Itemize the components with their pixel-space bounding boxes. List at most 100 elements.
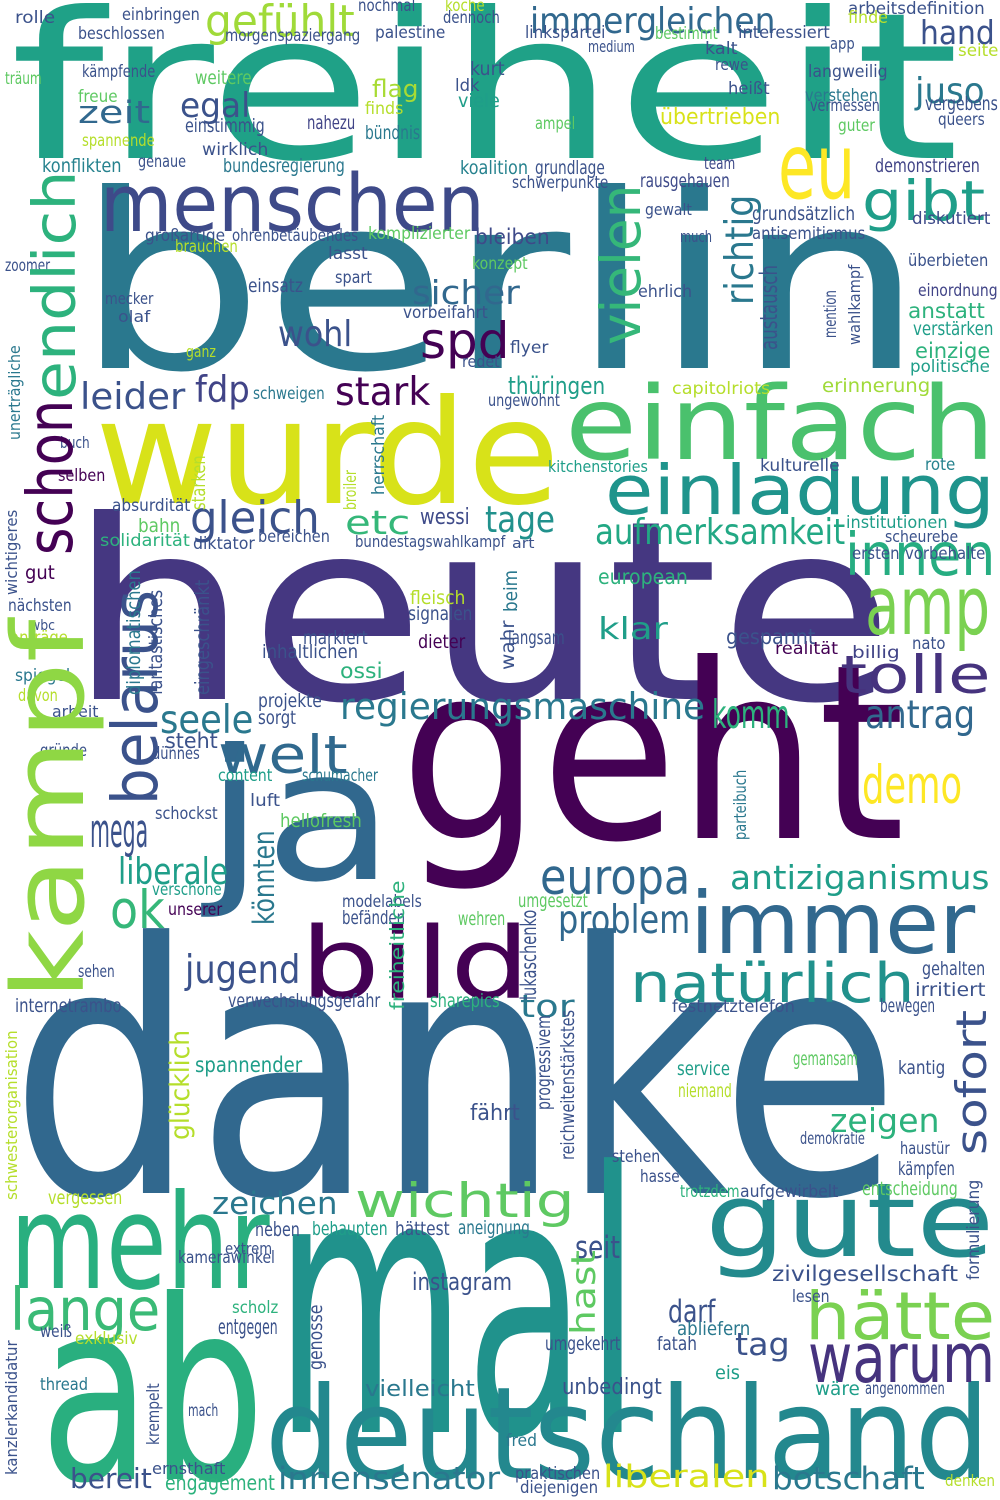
word-schockst: schockst (155, 804, 218, 825)
word-finds: finds (365, 99, 404, 120)
word-art: art (512, 535, 535, 552)
word-starken: starken (189, 455, 211, 510)
word-kanzlerkandidatur: kanzlerkandidatur (1, 1340, 21, 1475)
word-bereit: bereit (70, 1461, 152, 1495)
word-european: european (598, 564, 688, 590)
word-sofort: sofort (947, 1009, 997, 1155)
word-ampel: ampel (535, 114, 576, 135)
word-vielleicht: vielleicht (365, 1375, 475, 1402)
word-austausch: austausch (754, 265, 783, 350)
word-entscheidung: entscheidung (862, 1179, 958, 1201)
word-capitolriots: capitolriots (672, 379, 771, 400)
word-gemansam: gemansam (793, 1049, 858, 1071)
word-interessiert: interessiert (738, 23, 830, 44)
word-wahlkampf: wahlkampf (844, 264, 864, 345)
word-demo: demo (862, 755, 963, 817)
word-kämpfen: kämpfen (898, 1159, 955, 1181)
word-komm: komm (712, 692, 790, 739)
word-ungewohnt: ungewohnt (488, 391, 560, 412)
word-solidarität: solidarität (100, 531, 190, 552)
word-aufmerksamkeit: aufmerksamkeit (595, 511, 846, 553)
word-olaf: olaf (118, 306, 151, 326)
word-freiheitliche: freiheitliche (386, 880, 410, 1010)
word-ldk: ldk (455, 76, 480, 97)
word-wohl: wohl (278, 313, 353, 355)
word-einsatz: einsatz (248, 276, 303, 298)
word-bundesregierung: bundesregierung (223, 156, 345, 178)
word-politische: politische (910, 357, 990, 378)
word-grundsätzlich: grundsätzlich (752, 204, 856, 226)
word-demonstrieren: demonstrieren (875, 156, 980, 178)
word-nochmal: nochmal (358, 0, 416, 17)
word-neben: neben (255, 1218, 300, 1242)
word-herrschaft: herrschaft (369, 414, 390, 495)
word-hasse: hasse (640, 1167, 680, 1188)
word-kitchenstories: kitchenstories (548, 456, 648, 476)
word-geht: geht (400, 613, 905, 897)
word-guter: guter (838, 116, 875, 137)
word-internetrambo: internetrambo (15, 996, 122, 1018)
word-weiß: weiß (40, 1322, 73, 1343)
word-vermessen: vermessen (810, 96, 880, 117)
word-antrag: antrag (865, 692, 976, 739)
word-flag: flag (372, 74, 419, 103)
word-trotzdem: trotzdem (680, 1182, 740, 1203)
word-wirklich: wirklich (202, 140, 269, 161)
word-zeichen: zeichen (212, 1186, 338, 1223)
word-gespannt: gespannt (726, 624, 816, 650)
word-gut: gut (25, 561, 55, 585)
word-genaue: genaue (138, 152, 187, 173)
word-erinnerung: erinnerung (822, 376, 931, 398)
word-verwechslungsgefahr: verwechslungsgefahr (228, 991, 381, 1013)
word-regierungsmaschine: regierungsmaschine (340, 684, 706, 728)
word-freue: freue (78, 87, 118, 108)
word-festnetztelefon: festnetztelefon (672, 997, 795, 1018)
word-lasst: lasst (328, 244, 368, 265)
word-glücklich: glücklich (165, 1029, 196, 1140)
word-progressivem: progressivem (534, 1015, 556, 1110)
word-wahr: wahr (498, 620, 520, 670)
word-vergessen: vergessen (48, 1186, 123, 1210)
word-bewegen: bewegen (880, 996, 936, 1018)
word-engagement: engagement (165, 1470, 275, 1496)
word-wäre: wäre (815, 1379, 860, 1401)
word-extrem: extrem (225, 1238, 273, 1258)
word-botschaft: botschaft (772, 1461, 925, 1498)
word-much: much (680, 226, 713, 246)
word-scholz: scholz (232, 1298, 279, 1319)
word-überbieten: überbieten (908, 251, 989, 272)
word-queers: queers (938, 110, 985, 131)
word-unerträgliche: unerträgliche (4, 345, 24, 440)
word-absurdität: absurdität (112, 496, 191, 517)
word-komplizierter: komplizierter (368, 224, 471, 245)
word-formulierung: formulierung (964, 1179, 985, 1280)
word-aufgewirbelt: aufgewirbelt (740, 1182, 839, 1203)
word-diejenigen: diejenigen (520, 1478, 599, 1499)
word-krempelt: krempelt (144, 1383, 165, 1445)
word-niemand: niemand (678, 1081, 732, 1103)
word-fährt: fährt (470, 1099, 520, 1126)
word-nahezu: nahezu (307, 113, 356, 135)
word-antisemitismus: antisemitismus (752, 224, 866, 245)
word-hellofresh: hellofresh (280, 811, 362, 833)
word-heißt: heißt (728, 79, 770, 100)
word-innensenator: innensenator (278, 1461, 501, 1498)
word-könnten: könnten (247, 830, 282, 925)
word-mention: mention (821, 290, 842, 338)
word-vielen: vielen (590, 184, 655, 345)
word-aneignung: aneignung (458, 1218, 530, 1240)
word-vorbeifahrt: vorbeifahrt (403, 303, 488, 324)
word-stark: stark (335, 369, 431, 416)
word-fantastisches: fantastisches (146, 589, 168, 695)
word-behaupten: behaupten (312, 1219, 388, 1241)
word-finde: finde (848, 8, 888, 29)
word-exklusiv: exklusiv (75, 1329, 138, 1350)
word-spart: spart (335, 268, 372, 289)
word-morgenspaziergang: morgenspaziergang (225, 26, 361, 47)
word-kämpfende: kämpfende (82, 62, 156, 83)
word-bündnis: bündnis (365, 123, 421, 145)
word-fdp: fdp (195, 367, 250, 411)
word-schweigen: schweigen (253, 384, 325, 405)
word-sharepics: sharepics (430, 991, 500, 1013)
word-antiziganismus: antiziganismus (730, 858, 990, 898)
